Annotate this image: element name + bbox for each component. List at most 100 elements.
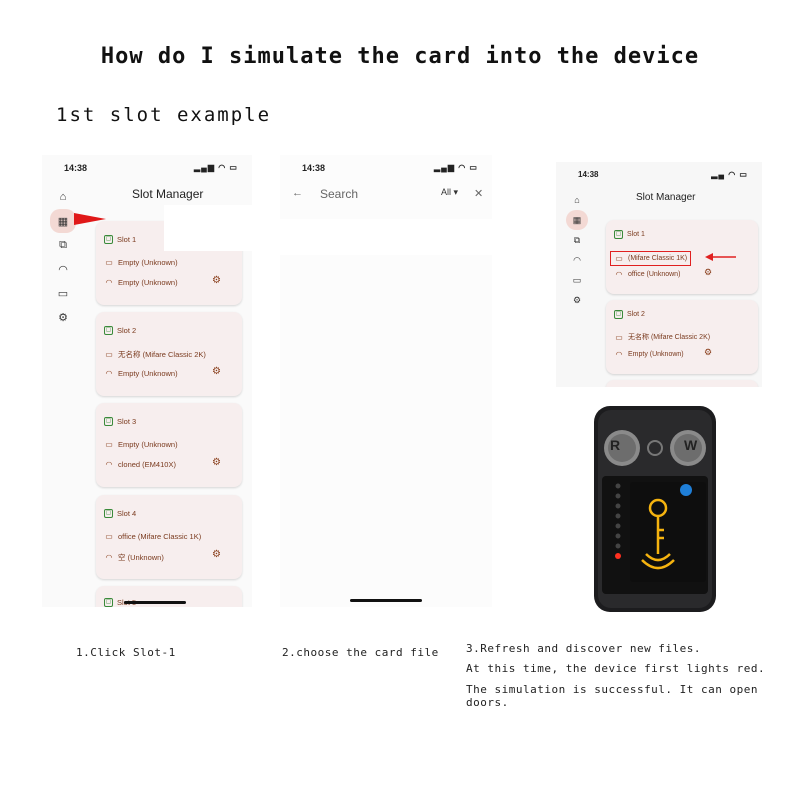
caption-step1: 1.Click Slot-1 <box>76 646 176 659</box>
slot-lf: Empty (Unknown) <box>118 278 178 287</box>
slot-name: Slot 1 <box>117 235 137 244</box>
slot-lf: 空 (Unknown) <box>118 553 164 562</box>
slot-name: Slot 2 <box>117 326 137 335</box>
gear-icon[interactable]: ⚙ <box>212 275 221 286</box>
gear-icon[interactable]: ⚙ <box>704 347 712 358</box>
slot-name: Slot 2 <box>627 311 645 318</box>
slot-name: Slot 4 <box>117 509 137 518</box>
red-arrow-pointer <box>74 213 106 225</box>
copy-icon[interactable]: ⧉ <box>566 230 588 250</box>
slot-icon: ▢ <box>614 230 623 239</box>
caption-step3-line2: At this time, the device first lights re… <box>466 662 766 675</box>
home-icon[interactable]: ⌂ <box>50 185 76 209</box>
wifi-icon: ◠ <box>105 278 113 287</box>
filter-value: All <box>441 187 452 197</box>
gear-icon[interactable]: ⚙ <box>212 366 221 377</box>
page-title: How do I simulate the card into the devi… <box>100 44 700 69</box>
slot-card[interactable]: ▢ Slot 1 ▭ (Mifare Classic 1K) ◠ office (Un… <box>606 220 758 294</box>
slot-icon: ▢ <box>104 235 113 244</box>
card-icon[interactable]: ▭ <box>566 270 588 290</box>
slot-card[interactable]: ▢ Slot 2 ▭ 无名称 (Mifare Classic 2K) ◠ Empty … <box>96 312 242 396</box>
header-title: Slot Manager <box>636 192 696 203</box>
card-icon: ▭ <box>615 254 623 263</box>
slot-card[interactable]: ▢ Slot 3 ▭ Empty (Unknown) ◠ cloned (EM410X… <box>96 403 242 487</box>
nav-rail: ⌂ ▦ ⧉ ◠ ▭ ⚙ <box>566 190 588 310</box>
slot-hf: 无名称 (Mifare Classic 2K) <box>628 334 711 341</box>
slot-lf: Empty (Unknown) <box>628 351 684 358</box>
chameleon-device <box>594 406 716 612</box>
logo-area <box>630 482 706 582</box>
slot-hf: Empty (Unknown) <box>118 258 178 267</box>
slot-card[interactable] <box>606 380 758 387</box>
slot-hf: office (Mifare Classic 1K) <box>118 532 202 541</box>
phone-slot-manager: 14:38 ▂▄▆ ◠ ▭ ⌂ ▦ ⧉ ◠ ▭ ⚙ Slot Manager ▢… <box>42 155 252 607</box>
gear-icon[interactable]: ⚙ <box>50 305 76 329</box>
slot-icon: ▢ <box>104 509 113 518</box>
white-overlay <box>280 219 492 255</box>
slot-name: Slot 3 <box>117 417 137 426</box>
gear-icon[interactable]: ⚙ <box>212 457 221 468</box>
slot-hf: Empty (Unknown) <box>118 440 178 449</box>
bluetooth-icon <box>680 484 692 496</box>
gear-icon[interactable]: ⚙ <box>212 549 221 560</box>
card-icon: ▭ <box>615 332 623 342</box>
home-indicator <box>350 599 422 602</box>
wifi-icon[interactable]: ◠ <box>566 250 588 270</box>
status-icons: ▂▄▆ ◠ ▭ <box>434 163 478 172</box>
slot-hf: 无名称 (Mifare Classic 2K) <box>118 350 206 359</box>
wifi-icon: ◠ <box>105 553 113 562</box>
status-bar: 14:38 ▂▄▆ ◠ ▭ <box>280 163 492 177</box>
card-icon: ▭ <box>105 258 113 267</box>
home-indicator <box>124 601 186 604</box>
highlight-box: ▭ (Mifare Classic 1K) <box>610 251 692 266</box>
back-arrow-icon[interactable]: ← <box>292 187 303 199</box>
led-red <box>615 553 621 559</box>
chevron-down-icon: ▾ <box>453 187 459 197</box>
card-icon: ▭ <box>105 440 113 449</box>
close-icon[interactable]: ✕ <box>474 187 483 200</box>
slot-lf: office (Unknown) <box>628 271 681 278</box>
card-icon: ▭ <box>105 532 113 541</box>
white-overlay <box>164 205 252 251</box>
status-time: 14:38 <box>64 163 88 173</box>
slot-card[interactable]: ▢ Slot 4 ▭ office (Mifare Classic 1K) ◠ 空 (… <box>96 495 242 579</box>
slot-icon: ▢ <box>104 417 113 426</box>
slot-card[interactable]: ▢ Slot 2 ▭ 无名称 (Mifare Classic 2K) ◠ Empty … <box>606 300 758 374</box>
nav-rail: ⌂ ▦ ⧉ ◠ ▭ ⚙ <box>50 185 76 329</box>
wifi-icon[interactable]: ◠ <box>50 257 76 281</box>
search-bar: ← Search All ▾ ✕ <box>280 187 492 207</box>
red-arrow-pointer <box>705 253 736 261</box>
wifi-icon: ◠ <box>105 369 113 378</box>
card-icon[interactable]: ▭ <box>50 281 76 305</box>
status-icons: ▂▄▆ ◠ ▭ <box>194 163 238 172</box>
caption-step3-line3: The simulation is successful. It can ope… <box>466 683 759 709</box>
wifi-icon: ◠ <box>105 460 113 469</box>
gear-icon[interactable]: ⚙ <box>566 290 588 310</box>
button-w-label: W <box>684 437 698 453</box>
copy-icon[interactable]: ⧉ <box>50 233 76 257</box>
gear-icon[interactable]: ⚙ <box>704 267 712 278</box>
wifi-icon: ◠ <box>615 270 623 279</box>
filter-dropdown[interactable]: All ▾ <box>441 187 458 198</box>
search-input[interactable]: Search <box>320 187 358 201</box>
status-icons: ▂▄ ◠ ▭ <box>711 170 748 179</box>
status-time: 14:38 <box>578 170 599 179</box>
phone-slot-manager-result: 14:38 ▂▄ ◠ ▭ ⌂ ▦ ⧉ ◠ ▭ ⚙ Slot Manager ▢ S… <box>556 162 762 387</box>
slot-name: Slot 1 <box>627 231 645 238</box>
slot-lf: Empty (Unknown) <box>118 369 178 378</box>
status-time: 14:38 <box>302 163 326 173</box>
button-r-label: R <box>610 437 621 453</box>
slot-hf: (Mifare Classic 1K) <box>628 255 688 262</box>
slot-icon: ▢ <box>614 310 623 319</box>
caption-step3-line1: 3.Refresh and discover new files. <box>466 642 702 655</box>
status-bar: 14:38 ▂▄▆ ◠ ▭ <box>42 163 252 177</box>
home-icon[interactable]: ⌂ <box>566 190 588 210</box>
slot-icon: ▢ <box>104 598 113 607</box>
header-title: Slot Manager <box>132 187 204 201</box>
wifi-icon: ◠ <box>615 350 623 359</box>
caption-step2: 2.choose the card file <box>282 646 439 659</box>
phone-file-search: 14:38 ▂▄▆ ◠ ▭ ← Search All ▾ ✕ <box>280 155 492 607</box>
slots-icon[interactable]: ▦ <box>566 210 588 230</box>
slot-lf: cloned (EM410X) <box>118 460 176 469</box>
status-bar: 14:38 ▂▄ ◠ ▭ <box>556 170 762 184</box>
